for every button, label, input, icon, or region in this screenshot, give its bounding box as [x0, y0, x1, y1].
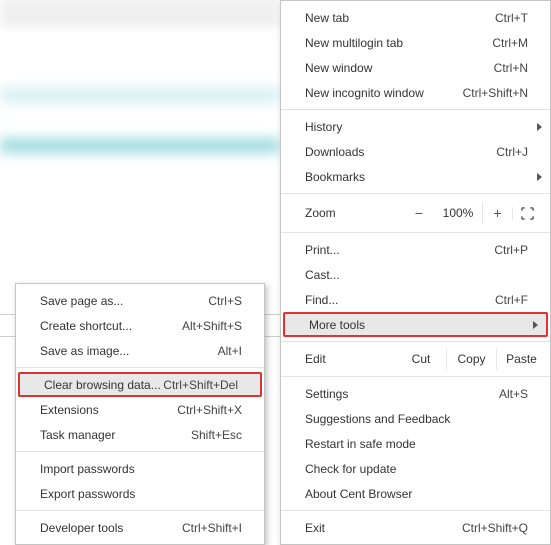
- menu-check-for-update[interactable]: Check for update: [281, 456, 550, 481]
- zoom-value: 100%: [434, 206, 482, 220]
- menu-item-label: Save as image...: [40, 344, 218, 358]
- menu-new-tab[interactable]: New tabCtrl+T: [281, 5, 550, 30]
- menu-item-label: History: [305, 120, 528, 134]
- shortcut-label: Alt+S: [499, 387, 528, 401]
- menu-about-cent-browser[interactable]: About Cent Browser: [281, 481, 550, 506]
- shortcut-label: Ctrl+N: [494, 61, 528, 75]
- menu-history[interactable]: History: [281, 114, 550, 139]
- edit-row: Edit Cut Copy Paste: [281, 346, 550, 372]
- menu-item-label: New multilogin tab: [305, 36, 492, 50]
- menu-item-label: Restart in safe mode: [305, 437, 528, 451]
- menu-more-tools[interactable]: More tools: [283, 312, 548, 337]
- menu-item-label: Task manager: [40, 428, 191, 442]
- menu-find[interactable]: Find...Ctrl+F: [281, 287, 550, 312]
- menu-new-incognito-window[interactable]: New incognito windowCtrl+Shift+N: [281, 80, 550, 105]
- menu-item-label: New window: [305, 61, 494, 75]
- chevron-right-icon: [537, 123, 542, 131]
- shortcut-label: Ctrl+S: [208, 294, 242, 308]
- menu-item-label: Extensions: [40, 403, 177, 417]
- menu-separator: [16, 510, 264, 511]
- shortcut-label: Ctrl+P: [494, 243, 528, 257]
- more-tools-submenu: Save page as...Ctrl+SCreate shortcut...A…: [15, 283, 265, 545]
- menu-item-label: Import passwords: [40, 462, 242, 476]
- menu-print[interactable]: Print...Ctrl+P: [281, 237, 550, 262]
- menu-item-label: Create shortcut...: [40, 319, 182, 333]
- menu-item-label: Save page as...: [40, 294, 208, 308]
- shortcut-label: Ctrl+Shift+X: [177, 403, 242, 417]
- menu-separator: [281, 510, 550, 511]
- chrome-main-menu: New tabCtrl+TNew multilogin tabCtrl+MNew…: [280, 0, 551, 545]
- submenu-developer-tools[interactable]: Developer toolsCtrl+Shift+I: [16, 515, 264, 540]
- menu-separator: [16, 451, 264, 452]
- menu-new-multilogin-tab[interactable]: New multilogin tabCtrl+M: [281, 30, 550, 55]
- menu-separator: [281, 193, 550, 194]
- menu-separator: [281, 376, 550, 377]
- submenu-task-manager[interactable]: Task managerShift+Esc: [16, 422, 264, 447]
- zoom-label: Zoom: [305, 206, 404, 220]
- shortcut-label: Ctrl+T: [495, 11, 528, 25]
- zoom-out-button[interactable]: −: [404, 202, 434, 224]
- menu-item-label: Exit: [305, 521, 462, 535]
- menu-item-label: Developer tools: [40, 521, 182, 535]
- menu-separator: [281, 341, 550, 342]
- submenu-import-passwords[interactable]: Import passwords: [16, 456, 264, 481]
- chevron-right-icon: [533, 321, 538, 329]
- submenu-save-page-as[interactable]: Save page as...Ctrl+S: [16, 288, 264, 313]
- menu-bookmarks[interactable]: Bookmarks: [281, 164, 550, 189]
- shortcut-label: Ctrl+Shift+N: [463, 86, 528, 100]
- zoom-row: Zoom − 100% +: [281, 198, 550, 228]
- menu-item-label: Clear browsing data...: [44, 378, 163, 392]
- menu-item-label: Bookmarks: [305, 170, 528, 184]
- menu-item-label: Find...: [305, 293, 495, 307]
- menu-item-label: New incognito window: [305, 86, 463, 100]
- shortcut-label: Alt+I: [218, 344, 242, 358]
- menu-item-label: About Cent Browser: [305, 487, 528, 501]
- copy-button[interactable]: Copy: [446, 348, 496, 370]
- menu-item-label: Downloads: [305, 145, 496, 159]
- submenu-save-as-image[interactable]: Save as image...Alt+I: [16, 338, 264, 363]
- menu-exit[interactable]: ExitCtrl+Shift+Q: [281, 515, 550, 540]
- edit-label: Edit: [305, 352, 396, 366]
- shortcut-label: Shift+Esc: [191, 428, 242, 442]
- menu-separator: [281, 109, 550, 110]
- shortcut-label: Ctrl+Shift+Del: [163, 378, 238, 392]
- menu-settings[interactable]: SettingsAlt+S: [281, 381, 550, 406]
- chevron-right-icon: [537, 173, 542, 181]
- menu-item-label: New tab: [305, 11, 495, 25]
- zoom-in-button[interactable]: +: [482, 202, 512, 224]
- shortcut-label: Ctrl+J: [496, 145, 528, 159]
- menu-item-label: Check for update: [305, 462, 528, 476]
- menu-item-label: Settings: [305, 387, 499, 401]
- menu-separator: [281, 232, 550, 233]
- submenu-extensions[interactable]: ExtensionsCtrl+Shift+X: [16, 397, 264, 422]
- cut-button[interactable]: Cut: [396, 348, 446, 370]
- blurred-background: [0, 0, 280, 280]
- menu-item-label: Cast...: [305, 268, 528, 282]
- menu-downloads[interactable]: DownloadsCtrl+J: [281, 139, 550, 164]
- menu-item-label: Print...: [305, 243, 494, 257]
- submenu-clear-browsing-data[interactable]: Clear browsing data...Ctrl+Shift+Del: [18, 372, 262, 397]
- shortcut-label: Ctrl+Shift+Q: [462, 521, 528, 535]
- menu-item-label: Suggestions and Feedback: [305, 412, 528, 426]
- menu-restart-in-safe-mode[interactable]: Restart in safe mode: [281, 431, 550, 456]
- submenu-create-shortcut[interactable]: Create shortcut...Alt+Shift+S: [16, 313, 264, 338]
- menu-separator: [16, 367, 264, 368]
- menu-item-label: Export passwords: [40, 487, 242, 501]
- shortcut-label: Ctrl+M: [492, 36, 528, 50]
- menu-new-window[interactable]: New windowCtrl+N: [281, 55, 550, 80]
- menu-item-label: More tools: [309, 318, 524, 332]
- shortcut-label: Ctrl+F: [495, 293, 528, 307]
- shortcut-label: Alt+Shift+S: [182, 319, 242, 333]
- fullscreen-icon[interactable]: [512, 207, 542, 220]
- submenu-export-passwords[interactable]: Export passwords: [16, 481, 264, 506]
- menu-suggestions-and-feedback[interactable]: Suggestions and Feedback: [281, 406, 550, 431]
- shortcut-label: Ctrl+Shift+I: [182, 521, 242, 535]
- paste-button[interactable]: Paste: [496, 348, 546, 370]
- menu-cast[interactable]: Cast...: [281, 262, 550, 287]
